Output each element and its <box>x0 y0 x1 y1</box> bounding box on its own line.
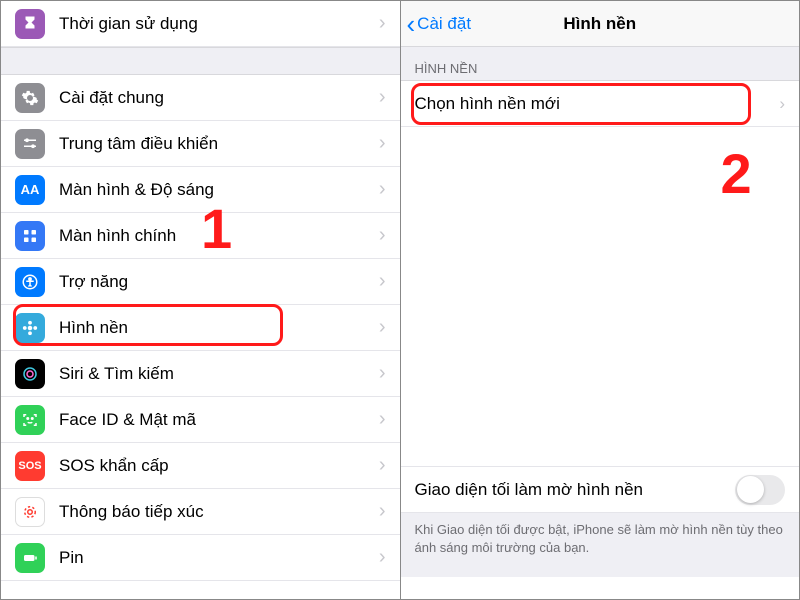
accessibility-icon <box>15 267 45 297</box>
row-label: Thời gian sử dụng <box>59 14 379 34</box>
row-label: Cài đặt chung <box>59 88 379 108</box>
row-label: SOS khẩn cấp <box>59 456 379 476</box>
row-screen-time[interactable]: Thời gian sử dụng › <box>1 1 400 47</box>
row-siri-search[interactable]: Siri & Tìm kiếm › <box>1 351 400 397</box>
row-label: Chọn hình nền mới <box>415 94 560 114</box>
back-button[interactable]: ‹ Cài đặt <box>401 11 472 37</box>
row-label: Face ID & Mật mã <box>59 410 379 430</box>
chevron-left-icon: ‹ <box>407 11 416 37</box>
row-control-center[interactable]: Trung tâm điều khiển › <box>1 121 400 167</box>
chevron-right-icon: › <box>379 270 386 293</box>
row-label: Hình nền <box>59 318 379 338</box>
group-separator <box>1 47 400 75</box>
sliders-icon <box>15 129 45 159</box>
row-accessibility[interactable]: Trợ năng › <box>1 259 400 305</box>
row-label: Giao diện tối làm mờ hình nền <box>415 480 644 500</box>
grid-icon <box>15 221 45 251</box>
row-face-id[interactable]: Face ID & Mật mã › <box>1 397 400 443</box>
chevron-right-icon: › <box>379 546 386 569</box>
toggle-knob <box>737 476 764 503</box>
battery-icon <box>15 543 45 573</box>
chevron-right-icon: › <box>379 362 386 385</box>
row-emergency-sos[interactable]: SOS SOS khẩn cấp › <box>1 443 400 489</box>
chevron-right-icon: › <box>379 132 386 155</box>
back-label: Cài đặt <box>417 14 471 34</box>
row-wallpaper[interactable]: Hình nền › <box>1 305 400 351</box>
row-label: Thông báo tiếp xúc <box>59 502 379 522</box>
chevron-right-icon: › <box>379 12 386 35</box>
section-header-wallpaper: HÌNH NỀN <box>401 47 800 81</box>
row-battery[interactable]: Pin › <box>1 535 400 581</box>
row-label: Pin <box>59 548 379 568</box>
footer-note: Khi Giao diện tối được bật, iPhone sẽ là… <box>401 513 800 577</box>
row-dark-dims-wallpaper[interactable]: Giao diện tối làm mờ hình nền <box>401 467 800 513</box>
sos-icon: SOS <box>15 451 45 481</box>
face-id-icon <box>15 405 45 435</box>
chevron-right-icon: › <box>379 86 386 109</box>
row-label: Siri & Tìm kiếm <box>59 364 379 384</box>
gear-icon <box>15 83 45 113</box>
siri-icon <box>15 359 45 389</box>
flower-icon <box>15 313 45 343</box>
row-home-screen[interactable]: Màn hình chính › <box>1 213 400 259</box>
row-label: Trung tâm điều khiển <box>59 134 379 154</box>
row-general[interactable]: Cài đặt chung › <box>1 75 400 121</box>
wallpaper-detail-pane: ‹ Cài đặt Hình nền HÌNH NỀN Chọn hình nề… <box>401 1 800 599</box>
chevron-right-icon: › <box>779 94 785 114</box>
row-display-brightness[interactable]: AA Màn hình & Độ sáng › <box>1 167 400 213</box>
hourglass-icon <box>15 9 45 39</box>
dark-dims-toggle[interactable] <box>735 475 785 505</box>
chevron-right-icon: › <box>379 454 386 477</box>
row-label: Màn hình chính <box>59 226 379 246</box>
chevron-right-icon: › <box>379 178 386 201</box>
chevron-right-icon: › <box>379 316 386 339</box>
exposure-icon <box>15 497 45 527</box>
chevron-right-icon: › <box>379 224 386 247</box>
navbar: ‹ Cài đặt Hình nền <box>401 1 800 47</box>
row-choose-wallpaper[interactable]: Chọn hình nền mới › <box>401 81 800 127</box>
chevron-right-icon: › <box>379 500 386 523</box>
chevron-right-icon: › <box>379 408 386 431</box>
row-label: Màn hình & Độ sáng <box>59 180 379 200</box>
row-label: Trợ năng <box>59 272 379 292</box>
text-size-icon: AA <box>15 175 45 205</box>
wallpaper-preview-area <box>401 127 800 467</box>
row-exposure-notification[interactable]: Thông báo tiếp xúc › <box>1 489 400 535</box>
settings-list-pane: Thời gian sử dụng › Cài đặt chung › Trun… <box>1 1 401 599</box>
